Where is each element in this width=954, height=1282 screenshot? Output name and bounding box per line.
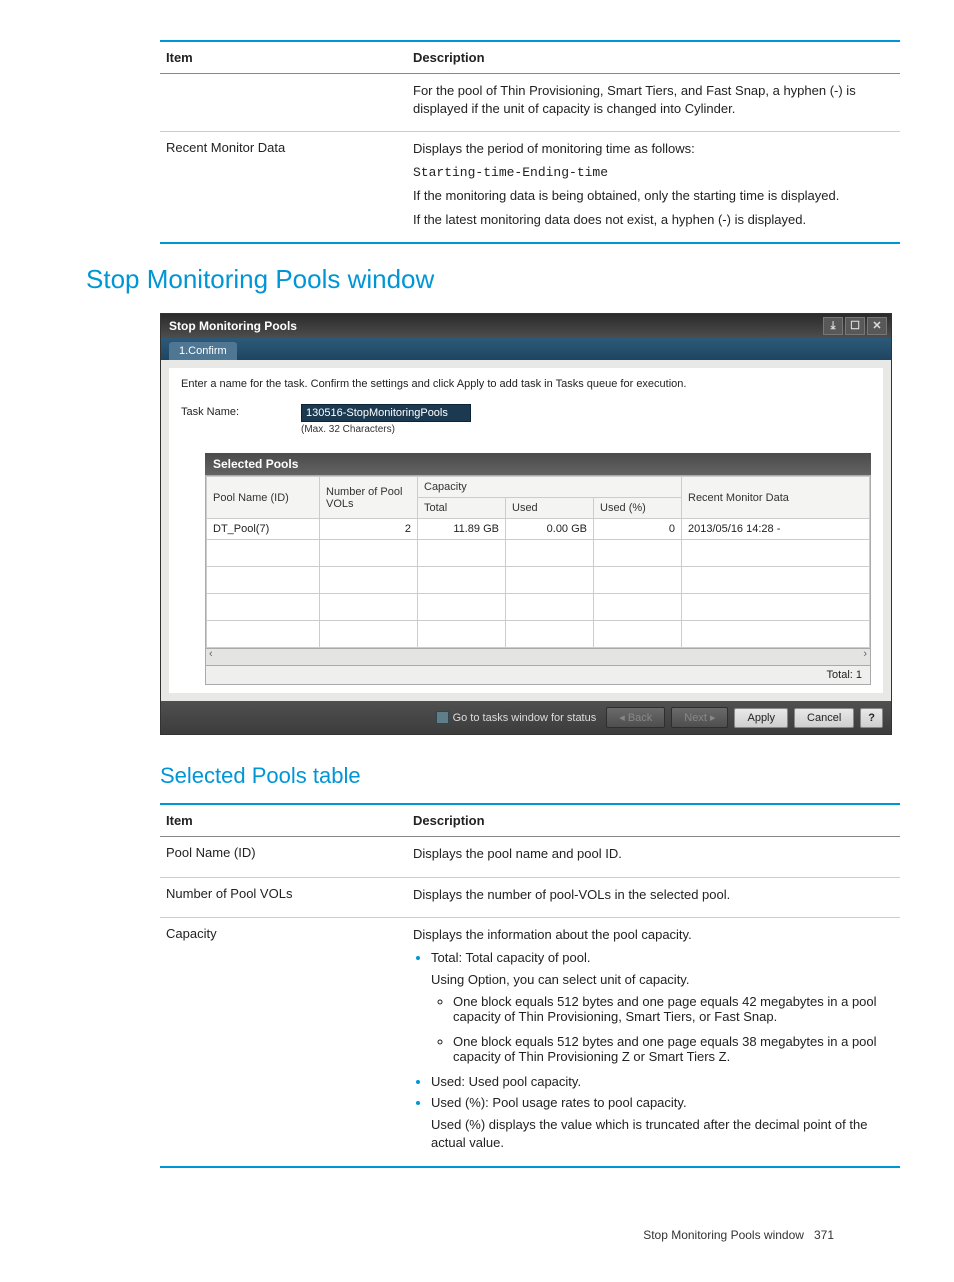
horizontal-scrollbar[interactable] bbox=[205, 649, 871, 666]
close-icon[interactable]: ✕ bbox=[867, 317, 887, 335]
cell-usedpct: 0 bbox=[594, 519, 682, 540]
col-item: Item bbox=[160, 804, 407, 837]
subsection-heading: Selected Pools table bbox=[160, 763, 894, 789]
cell-text: Displays the number of pool-VOLs in the … bbox=[413, 886, 894, 904]
dialog-footer: Go to tasks window for status ◂ Back Nex… bbox=[161, 701, 891, 734]
next-button[interactable]: Next ▸ bbox=[671, 707, 728, 728]
col-total: Total bbox=[418, 498, 506, 519]
table-row: For the pool of Thin Provisioning, Smart… bbox=[160, 74, 900, 132]
selected-pools-header: Selected Pools bbox=[205, 453, 871, 475]
table-row: Capacity Displays the information about … bbox=[160, 918, 900, 1167]
apply-button[interactable]: Apply bbox=[734, 708, 788, 728]
cell-text: Displays the period of monitoring time a… bbox=[413, 140, 894, 158]
table-row bbox=[207, 594, 870, 621]
cell-item: Capacity bbox=[160, 918, 407, 1167]
bullet-text: Used (%): Pool usage rates to pool capac… bbox=[431, 1095, 687, 1110]
task-name-label: Task Name: bbox=[181, 404, 281, 418]
go-to-tasks-checkbox[interactable]: Go to tasks window for status bbox=[436, 711, 597, 724]
back-button[interactable]: ◂ Back bbox=[606, 707, 665, 728]
page-footer: Stop Monitoring Pools window 371 bbox=[60, 1228, 834, 1242]
grid-total: Total: 1 bbox=[205, 666, 871, 685]
cell-num: 2 bbox=[320, 519, 418, 540]
dialog-tabbar: 1.Confirm bbox=[161, 338, 891, 360]
section-heading: Stop Monitoring Pools window bbox=[86, 264, 894, 295]
table-row: Number of Pool VOLs Displays the number … bbox=[160, 877, 900, 918]
table-row bbox=[207, 540, 870, 567]
cell-pool: DT_Pool(7) bbox=[207, 519, 320, 540]
sub-bullet-text: One block equals 512 bytes and one page … bbox=[453, 994, 894, 1024]
cell-text: Displays the pool name and pool ID. bbox=[413, 845, 894, 863]
table-row[interactable]: DT_Pool(7) 2 11.89 GB 0.00 GB 0 2013/05/… bbox=[207, 519, 870, 540]
table-row: Recent Monitor Data Displays the period … bbox=[160, 132, 900, 244]
col-desc: Description bbox=[407, 804, 900, 837]
cell-text: For the pool of Thin Provisioning, Smart… bbox=[413, 82, 894, 117]
cell-text: If the monitoring data is being obtained… bbox=[413, 187, 894, 205]
task-name-input[interactable] bbox=[301, 404, 471, 422]
selected-pools-grid: Pool Name (ID) Number of Pool VOLs Capac… bbox=[205, 475, 871, 649]
bullet-text: Used: Used pool capacity. bbox=[431, 1074, 894, 1089]
item-description-table-top: Item Description For the pool of Thin Pr… bbox=[160, 40, 900, 244]
table-row: Pool Name (ID) Displays the pool name an… bbox=[160, 837, 900, 878]
task-name-hint: (Max. 32 Characters) bbox=[301, 424, 471, 435]
dialog-titlebar: Stop Monitoring Pools ⤓ ☐ ✕ bbox=[161, 314, 891, 338]
maximize-icon[interactable]: ☐ bbox=[845, 317, 865, 335]
cell-item: Number of Pool VOLs bbox=[160, 877, 407, 918]
col-pool-name: Pool Name (ID) bbox=[207, 477, 320, 519]
bullet-text: Using Option, you can select unit of cap… bbox=[431, 971, 894, 989]
table-row bbox=[207, 567, 870, 594]
cancel-button[interactable]: Cancel bbox=[794, 708, 854, 728]
col-used: Used bbox=[506, 498, 594, 519]
col-capacity: Capacity bbox=[418, 477, 682, 498]
task-name-row: Task Name: (Max. 32 Characters) bbox=[181, 404, 871, 435]
col-item: Item bbox=[160, 41, 407, 74]
cell-code: Starting-time-Ending-time bbox=[413, 164, 894, 182]
help-button[interactable]: ? bbox=[860, 708, 883, 728]
selected-pools-description-table: Item Description Pool Name (ID) Displays… bbox=[160, 803, 900, 1167]
dialog-title: Stop Monitoring Pools bbox=[169, 319, 297, 333]
table-row bbox=[207, 621, 870, 648]
col-recent-data: Recent Monitor Data bbox=[682, 477, 870, 519]
collapse-icon[interactable]: ⤓ bbox=[823, 317, 843, 335]
sub-bullet-text: One block equals 512 bytes and one page … bbox=[453, 1034, 894, 1064]
bullet-text: Total: Total capacity of pool. bbox=[431, 950, 590, 965]
cell-recent: 2013/05/16 14:28 - bbox=[682, 519, 870, 540]
col-num-vols: Number of Pool VOLs bbox=[320, 477, 418, 519]
cell-text: Displays the information about the pool … bbox=[413, 926, 894, 944]
bullet-text: Used (%) displays the value which is tru… bbox=[431, 1116, 894, 1151]
dialog-instruction: Enter a name for the task. Confirm the s… bbox=[181, 378, 871, 390]
stop-monitoring-pools-dialog: Stop Monitoring Pools ⤓ ☐ ✕ 1.Confirm En… bbox=[160, 313, 892, 735]
cell-item: Recent Monitor Data bbox=[160, 132, 407, 244]
cell-item: Pool Name (ID) bbox=[160, 837, 407, 878]
cell-total: 11.89 GB bbox=[418, 519, 506, 540]
col-used-pct: Used (%) bbox=[594, 498, 682, 519]
checkbox-icon[interactable] bbox=[436, 711, 449, 724]
tab-confirm[interactable]: 1.Confirm bbox=[169, 342, 237, 360]
col-desc: Description bbox=[407, 41, 900, 74]
cell-text: If the latest monitoring data does not e… bbox=[413, 211, 894, 229]
cell-used: 0.00 GB bbox=[506, 519, 594, 540]
